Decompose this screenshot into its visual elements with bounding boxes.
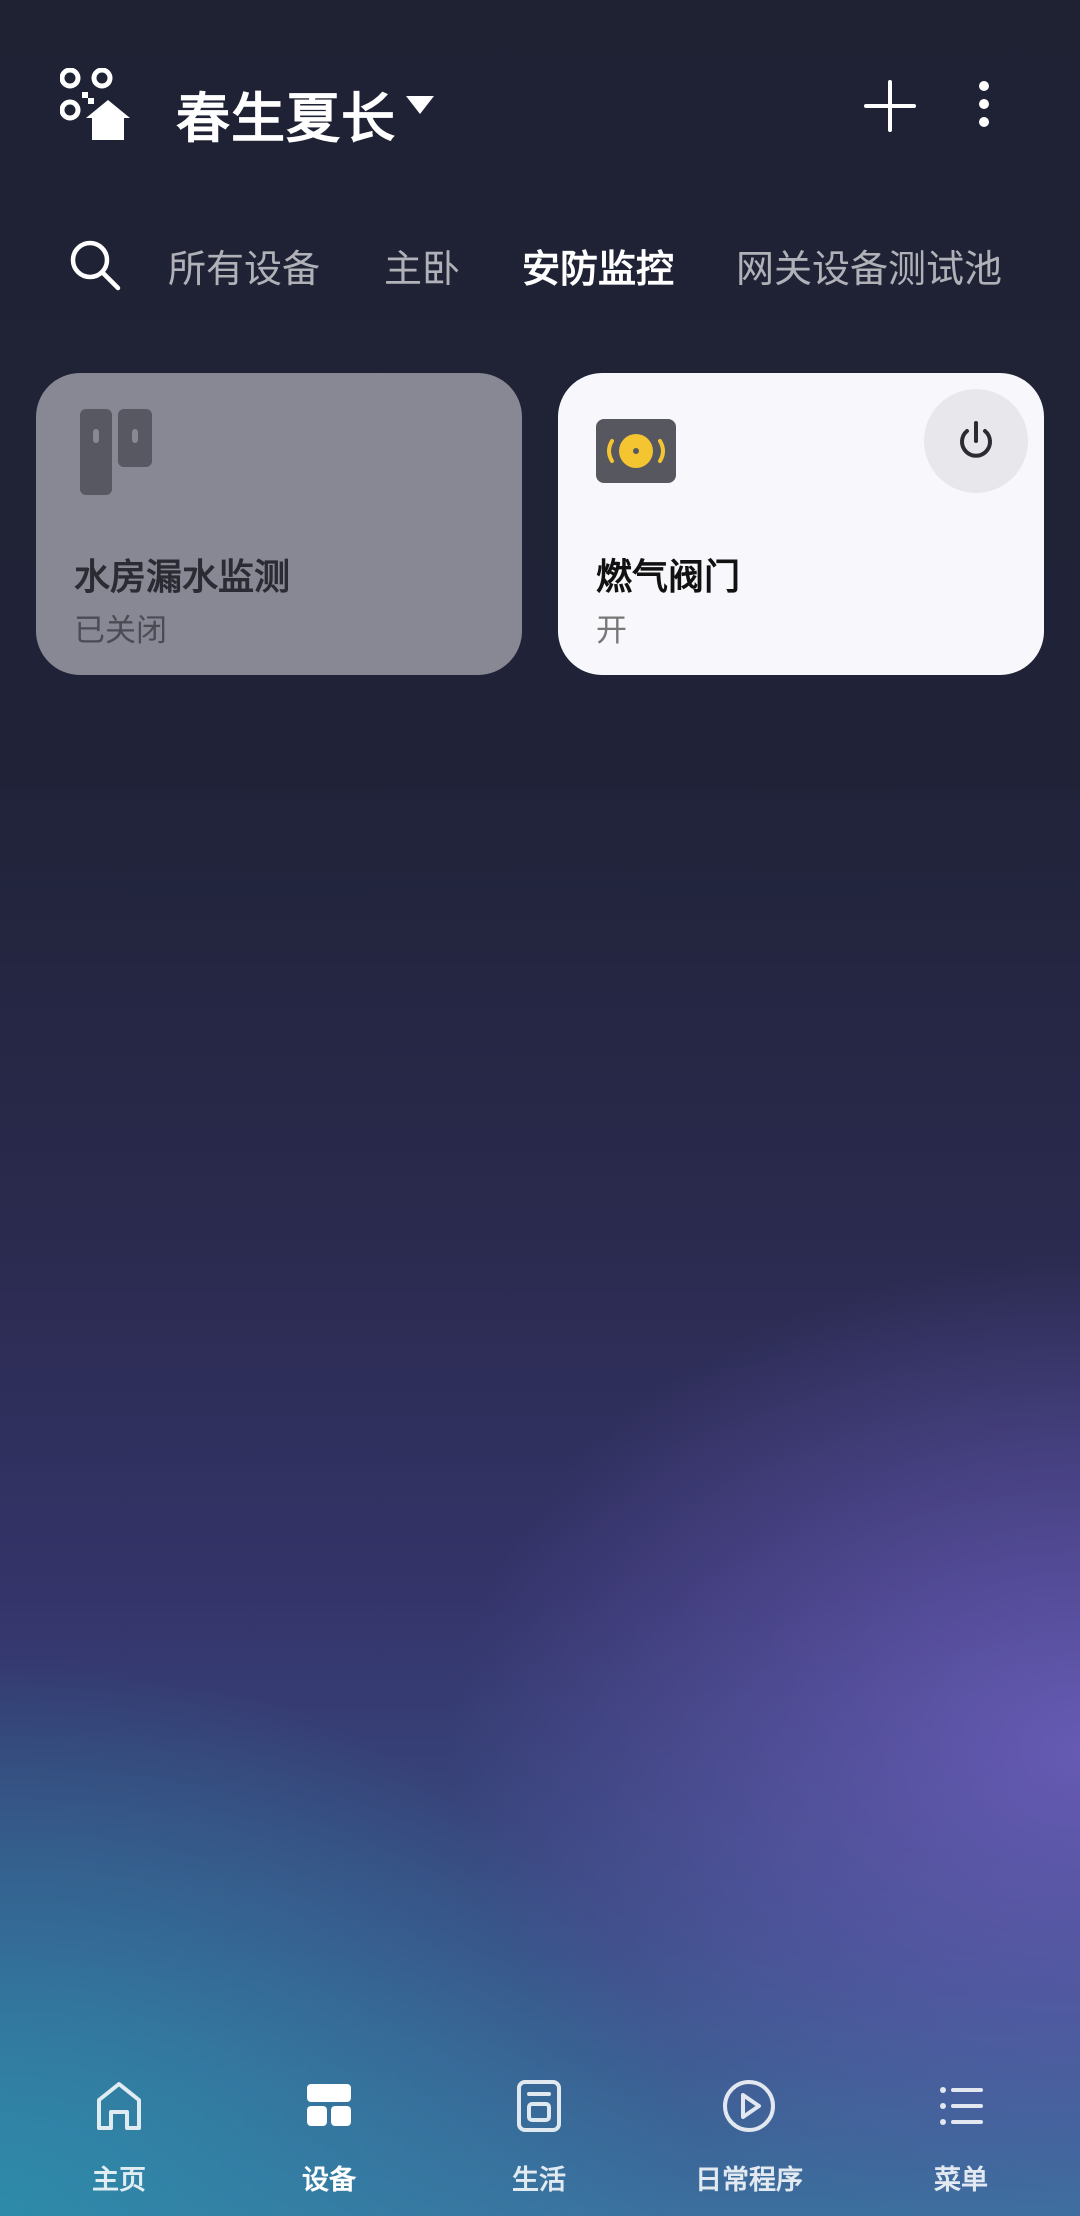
nav-routines[interactable]: 日常程序 (644, 2078, 854, 2198)
nav-label: 生活 (512, 2165, 566, 2196)
power-button[interactable] (924, 389, 1028, 493)
plus-icon[interactable] (862, 78, 918, 134)
nav-label: 菜单 (934, 2165, 988, 2196)
nav-menu[interactable]: 菜单 (856, 2078, 1066, 2198)
bottom-navigation: 主页 设备 生活 日常程序 菜单 (0, 2070, 1080, 2216)
device-status: 开 (596, 613, 627, 649)
power-icon (960, 421, 992, 458)
tab-all-devices[interactable]: 所有设备 (168, 238, 320, 293)
nav-home[interactable]: 主页 (14, 2078, 224, 2198)
devices-icon (307, 2084, 351, 2126)
device-name: 水房漏水监测 (74, 557, 291, 598)
home-outline-icon (97, 2082, 141, 2130)
menu-list-icon (940, 2087, 983, 2125)
device-status: 已关闭 (74, 613, 167, 649)
chevron-down-icon[interactable] (404, 94, 436, 116)
search-icon[interactable] (68, 238, 122, 292)
life-icon (517, 2080, 561, 2132)
device-name: 燃气阀门 (596, 557, 741, 598)
door-sensor-icon (80, 409, 152, 495)
tab-security[interactable]: 安防监控 (522, 238, 674, 293)
nav-life[interactable]: 生活 (434, 2078, 644, 2198)
tab-gateway-test-pool[interactable]: 网关设备测试池 (736, 238, 1002, 293)
smart-home-icon[interactable] (60, 68, 134, 142)
device-card-water-leak[interactable]: 水房漏水监测 已关闭 (36, 373, 522, 675)
gas-valve-icon (596, 419, 676, 483)
play-circle-icon (723, 2080, 775, 2132)
device-card-gas-valve[interactable]: 燃气阀门 开 (558, 373, 1044, 675)
room-tabs: 所有设备 主卧 安防监控 网关设备测试池 (0, 230, 1080, 300)
nav-label: 日常程序 (695, 2165, 803, 2196)
nav-devices[interactable]: 设备 (224, 2078, 434, 2198)
tab-master-bedroom[interactable]: 主卧 (384, 238, 460, 293)
nav-label: 主页 (92, 2165, 146, 2196)
header: 春生夏长 (0, 0, 1080, 210)
nav-label: 设备 (302, 2165, 356, 2196)
home-title[interactable]: 春生夏长 (176, 74, 396, 153)
more-vertical-icon[interactable] (962, 78, 1006, 134)
